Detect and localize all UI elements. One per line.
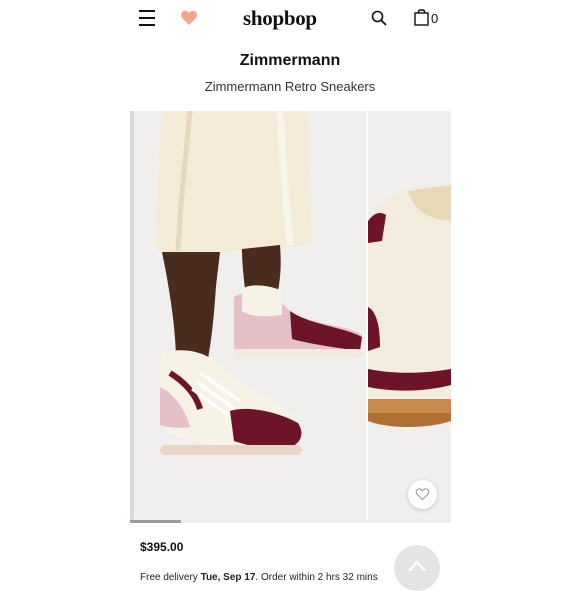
product-name: Zimmermann Retro Sneakers: [204, 79, 376, 94]
wishlist-heart-button[interactable]: [408, 480, 437, 509]
delivery-suffix: . Order within 2 hrs 32 mins: [255, 572, 378, 583]
site-header: shopbop 0: [0, 0, 580, 40]
bag-count: 0: [431, 11, 439, 26]
product-price: $395.00: [140, 540, 184, 554]
product-image-gallery[interactable]: [130, 111, 451, 520]
product-image-worn[interactable]: [130, 111, 366, 520]
product-brand[interactable]: Zimmermann: [0, 52, 580, 70]
delivery-date: Tue, Sep 17: [200, 572, 256, 583]
product-image-side[interactable]: [368, 111, 451, 520]
search-icon[interactable]: [371, 10, 387, 26]
delivery-info: Free delivery Tue, Sep 17. Order within …: [140, 572, 378, 583]
heart-icon[interactable]: [180, 9, 198, 26]
heart-outline-icon: [415, 488, 430, 501]
gallery-progress-indicator: [130, 520, 182, 523]
back-to-top-button[interactable]: [394, 545, 440, 591]
shopbop-logo[interactable]: shopbop: [243, 6, 317, 31]
chevron-up-icon: [408, 560, 426, 572]
delivery-prefix: Free delivery: [140, 572, 201, 583]
shopping-bag-icon[interactable]: [414, 8, 429, 26]
menu-icon[interactable]: [139, 10, 155, 26]
gallery-progress-track: [130, 520, 451, 523]
